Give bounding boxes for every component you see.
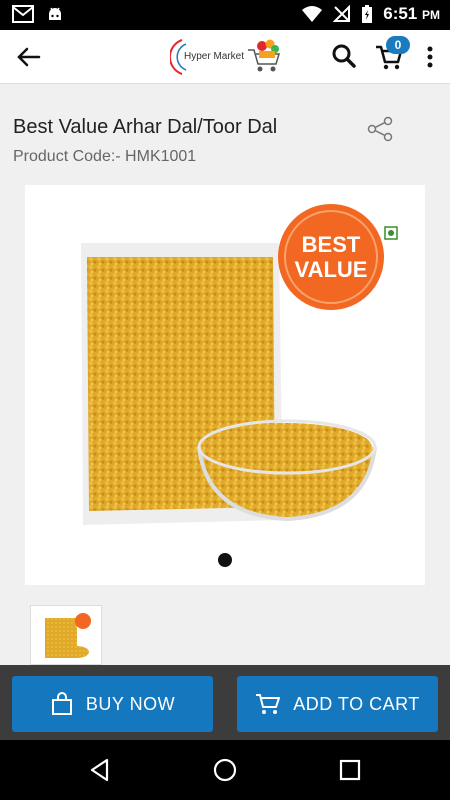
nav-recents-icon[interactable]	[337, 757, 363, 783]
best-value-badge: BEST VALUE	[294, 232, 368, 282]
nav-back-icon[interactable]	[87, 757, 113, 783]
product-image-carousel[interactable]: BEST VALUE	[25, 185, 425, 585]
cart-count-badge: 0	[386, 36, 410, 54]
carousel-indicator-dot[interactable]	[218, 553, 232, 567]
shopping-bag-icon	[51, 692, 72, 715]
android-icon	[49, 7, 61, 20]
no-signal-icon	[333, 5, 351, 22]
nav-home-icon[interactable]	[212, 757, 238, 783]
product-title: Best Value Arhar Dal/Toor Dal	[13, 116, 278, 138]
gmail-icon	[12, 5, 34, 23]
cart-icon	[256, 694, 281, 714]
battery-charging-icon	[362, 5, 373, 23]
product-code: Product Code:- HMK1001	[13, 148, 197, 165]
back-arrow-icon[interactable]	[14, 42, 44, 72]
search-icon[interactable]	[330, 42, 358, 70]
status-time: 6:51 PM	[383, 4, 440, 23]
bottom-action-bar: BUY NOW ADD TO CART	[0, 665, 450, 740]
more-vert-icon[interactable]	[420, 42, 440, 72]
hyper-market-logo: Hyper Market	[170, 36, 282, 78]
share-icon[interactable]	[366, 115, 394, 143]
system-nav-bar	[0, 740, 450, 800]
wifi-icon	[302, 6, 323, 22]
status-bar: 6:51 PM	[0, 0, 450, 30]
add-to-cart-button[interactable]: ADD TO CART	[237, 676, 438, 732]
app-bar: Hyper Market 0	[0, 30, 450, 84]
buy-now-button[interactable]: BUY NOW	[12, 676, 213, 732]
product-thumbnail[interactable]	[30, 605, 102, 665]
